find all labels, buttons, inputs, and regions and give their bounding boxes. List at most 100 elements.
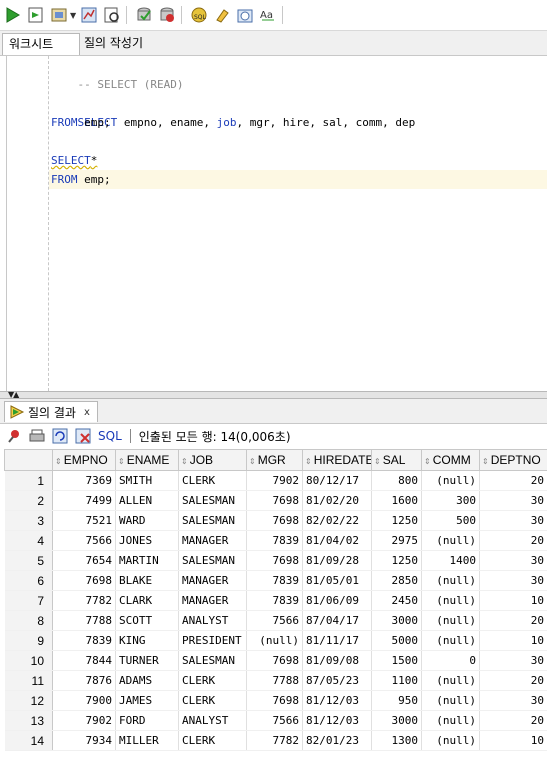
table-cell[interactable]: (null) <box>421 690 480 711</box>
table-cell[interactable]: 3000 <box>371 610 422 631</box>
panel-splitter[interactable]: ▼▲ <box>0 390 547 399</box>
table-cell[interactable]: (null) <box>421 730 480 751</box>
table-cell[interactable]: 1300 <box>371 730 422 751</box>
eraser-icon[interactable] <box>212 5 232 25</box>
table-cell[interactable]: 2850 <box>371 570 422 591</box>
table-row[interactable]: 1 7369 SMITH CLERK 7902 80/12/17 800 (null) 20 <box>4 470 547 491</box>
row-number-cell[interactable]: 14 <box>4 730 53 751</box>
table-cell[interactable]: 10 <box>479 590 547 611</box>
table-cell[interactable]: 7566 <box>52 530 116 551</box>
table-cell[interactable]: MANAGER <box>178 530 247 551</box>
table-cell[interactable]: SALESMAN <box>178 510 247 531</box>
table-cell[interactable]: ADAMS <box>115 670 179 691</box>
table-cell[interactable]: 7839 <box>246 530 303 551</box>
table-cell[interactable]: 7698 <box>246 550 303 571</box>
tab-worksheet[interactable]: 워크시트 <box>2 33 80 55</box>
table-cell[interactable]: ALLEN <box>115 490 179 511</box>
column-header-comm[interactable]: ⇕ COMM <box>421 449 480 471</box>
table-row[interactable]: 3 7521 WARD SALESMAN 7698 82/02/22 1250 500 30 <box>4 510 547 531</box>
table-cell[interactable]: SALESMAN <box>178 650 247 671</box>
table-cell[interactable]: 80/12/17 <box>302 470 372 491</box>
row-number-cell[interactable]: 9 <box>4 630 53 651</box>
row-number-cell[interactable]: 12 <box>4 690 53 711</box>
table-cell[interactable]: MILLER <box>115 730 179 751</box>
print-icon[interactable] <box>28 427 46 445</box>
table-cell[interactable]: 87/04/17 <box>302 610 372 631</box>
run-statement-icon[interactable] <box>3 5 23 25</box>
table-cell[interactable]: 1600 <box>371 490 422 511</box>
table-cell[interactable]: 7521 <box>52 510 116 531</box>
table-row[interactable]: 6 7698 BLAKE MANAGER 7839 81/05/01 2850 (null) 3… <box>4 570 547 591</box>
table-cell[interactable]: MANAGER <box>178 590 247 611</box>
table-cell[interactable]: 20 <box>479 710 547 731</box>
table-row[interactable]: 4 7566 JONES MANAGER 7839 81/04/02 2975 (null) 2… <box>4 530 547 551</box>
unshared-sql-icon[interactable]: SQL <box>189 5 209 25</box>
table-cell[interactable]: 30 <box>479 510 547 531</box>
table-cell[interactable]: TURNER <box>115 650 179 671</box>
table-row[interactable]: 11 7876 ADAMS CLERK 7788 87/05/23 1100 (null) 20 <box>4 670 547 691</box>
table-cell[interactable]: (null) <box>421 530 480 551</box>
table-cell[interactable]: JONES <box>115 530 179 551</box>
table-cell[interactable]: (null) <box>246 630 303 651</box>
table-row[interactable]: 9 7839 KING PRESIDENT (null) 81/11/17 5000 (nul… <box>4 630 547 651</box>
table-cell[interactable]: CLARK <box>115 590 179 611</box>
table-cell[interactable]: 81/06/09 <box>302 590 372 611</box>
table-cell[interactable]: 7839 <box>246 590 303 611</box>
table-cell[interactable]: 1250 <box>371 550 422 571</box>
table-cell[interactable]: 1250 <box>371 510 422 531</box>
table-cell[interactable]: 7782 <box>246 730 303 751</box>
row-number-cell[interactable]: 13 <box>4 710 53 731</box>
column-header-empno[interactable]: ⇕ EMPNO <box>52 449 116 471</box>
table-cell[interactable]: 0 <box>421 650 480 671</box>
row-number-cell[interactable]: 5 <box>4 550 53 571</box>
table-cell[interactable]: SALESMAN <box>178 550 247 571</box>
table-cell[interactable]: 1400 <box>421 550 480 571</box>
row-number-cell[interactable]: 10 <box>4 650 53 671</box>
row-number-cell[interactable]: 2 <box>4 490 53 511</box>
row-number-cell[interactable]: 4 <box>4 530 53 551</box>
table-row[interactable]: 7 7782 CLARK MANAGER 7839 81/06/09 2450 (null) 1… <box>4 590 547 611</box>
table-cell[interactable]: FORD <box>115 710 179 731</box>
table-cell[interactable]: 7369 <box>52 470 116 491</box>
table-cell[interactable]: 7788 <box>52 610 116 631</box>
table-cell[interactable]: 5000 <box>371 630 422 651</box>
table-cell[interactable]: 300 <box>421 490 480 511</box>
explain-plan-icon[interactable] <box>102 5 122 25</box>
table-cell[interactable]: (null) <box>421 570 480 591</box>
row-number-cell[interactable]: 8 <box>4 610 53 631</box>
table-cell[interactable]: 7698 <box>246 510 303 531</box>
table-cell[interactable]: 30 <box>479 650 547 671</box>
splitter-arrows-icon[interactable]: ▼▲ <box>8 390 19 399</box>
row-number-cell[interactable]: 6 <box>4 570 53 591</box>
table-cell[interactable]: 81/11/17 <box>302 630 372 651</box>
table-cell[interactable]: SCOTT <box>115 610 179 631</box>
table-row[interactable]: 12 7900 JAMES CLERK 7698 81/12/03 950 (null) 30 <box>4 690 547 711</box>
table-cell[interactable]: (null) <box>421 630 480 651</box>
table-cell[interactable]: 1100 <box>371 670 422 691</box>
table-cell[interactable]: 7698 <box>246 650 303 671</box>
table-cell[interactable]: MANAGER <box>178 570 247 591</box>
column-header-sal[interactable]: ⇕ SAL <box>371 449 422 471</box>
tab-query-result[interactable]: 질의 결과 x <box>4 401 98 422</box>
table-cell[interactable]: MARTIN <box>115 550 179 571</box>
rollback-icon[interactable] <box>157 5 177 25</box>
row-number-cell[interactable]: 11 <box>4 670 53 691</box>
table-cell[interactable]: 81/05/01 <box>302 570 372 591</box>
table-cell[interactable]: 82/01/23 <box>302 730 372 751</box>
table-cell[interactable]: 30 <box>479 690 547 711</box>
chevron-down-icon[interactable]: ▼ <box>70 11 76 20</box>
table-cell[interactable]: 20 <box>479 530 547 551</box>
format-icon[interactable]: Aa <box>258 5 278 25</box>
table-cell[interactable]: 20 <box>479 470 547 491</box>
close-icon[interactable]: x <box>84 407 90 418</box>
table-cell[interactable]: 500 <box>421 510 480 531</box>
table-cell[interactable]: 7900 <box>52 690 116 711</box>
table-cell[interactable]: 7654 <box>52 550 116 571</box>
table-cell[interactable]: JAMES <box>115 690 179 711</box>
table-cell[interactable]: 7902 <box>52 710 116 731</box>
table-cell[interactable]: 7839 <box>246 570 303 591</box>
column-header-mgr[interactable]: ⇕ MGR <box>246 449 303 471</box>
table-cell[interactable]: (null) <box>421 610 480 631</box>
table-row[interactable]: 13 7902 FORD ANALYST 7566 81/12/03 3000 (null) 2… <box>4 710 547 731</box>
column-header-job[interactable]: ⇕ JOB <box>178 449 247 471</box>
